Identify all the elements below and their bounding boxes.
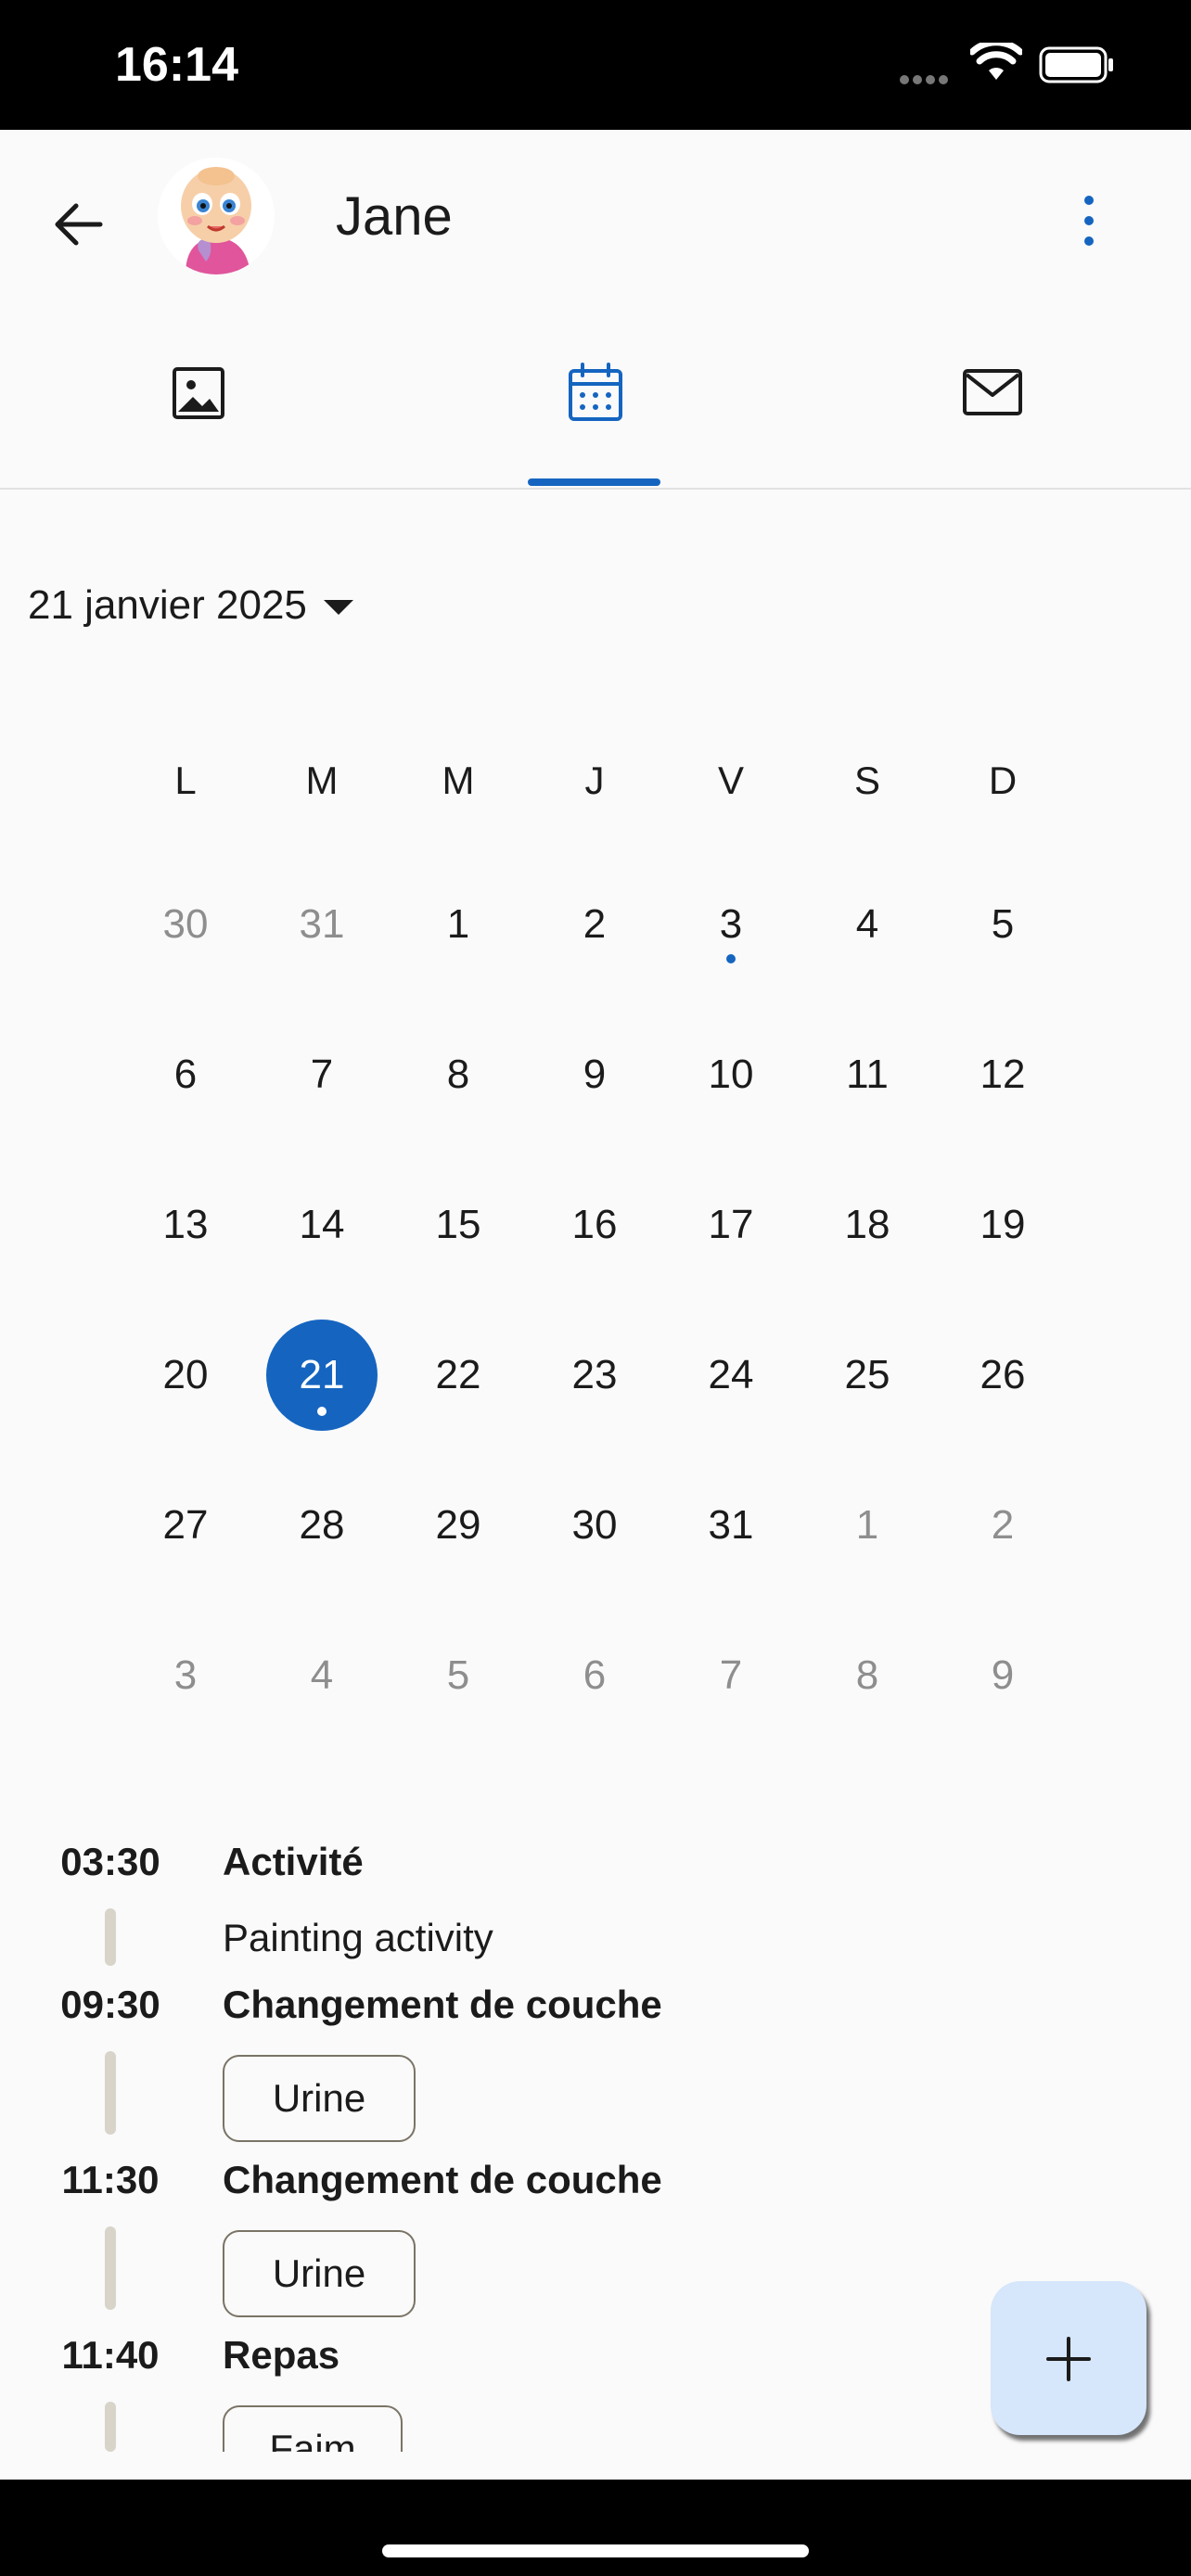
calendar-day[interactable]: 4 [266, 1620, 378, 1731]
child-name: Jane [336, 186, 453, 247]
weekday-label: S [853, 759, 880, 802]
calendar-day[interactable]: 1 [403, 869, 514, 980]
calendar-day[interactable]: 8 [812, 1620, 923, 1731]
dropdown-caret-icon [323, 600, 353, 616]
calendar-day[interactable]: 1 [812, 1470, 923, 1581]
event-dot [317, 1407, 327, 1416]
calendar-day[interactable]: 29 [403, 1470, 514, 1581]
calendar-day[interactable]: 20 [130, 1320, 241, 1431]
back-arrow-icon[interactable] [45, 189, 115, 260]
weekday-label: V [717, 759, 744, 802]
timeline-connector [105, 2051, 116, 2135]
mail-icon [963, 369, 1022, 415]
calendar-icon [569, 363, 622, 421]
system-nav-bar [0, 2480, 1191, 2576]
more-vert-icon[interactable] [1061, 184, 1117, 258]
calendar-day[interactable]: 31 [266, 869, 378, 980]
event-title[interactable]: Repas [223, 2333, 339, 2378]
calendar-day[interactable]: 6 [130, 1019, 241, 1130]
calendar-day[interactable]: 22 [403, 1320, 514, 1431]
status-time: 16:14 [115, 38, 238, 92]
calendar-day[interactable]: 15 [403, 1169, 514, 1281]
calendar-day[interactable]: 2 [947, 1470, 1058, 1581]
weekday-label: J [584, 759, 605, 802]
calendar-day[interactable]: 7 [266, 1019, 378, 1130]
calendar-day[interactable]: 12 [947, 1019, 1058, 1130]
calendar-day[interactable]: 18 [812, 1169, 923, 1281]
calendar-day[interactable]: 27 [130, 1470, 241, 1581]
tab-photos[interactable] [59, 306, 338, 488]
calendar-day[interactable]: 25 [812, 1320, 923, 1431]
calendar-day[interactable]: 5 [403, 1620, 514, 1731]
calendar-day[interactable]: 3 [675, 869, 787, 980]
photo-icon [173, 367, 224, 419]
calendar-day[interactable]: 2 [539, 869, 650, 980]
event-chip[interactable]: Urine [223, 2055, 416, 2142]
calendar-day[interactable]: 24 [675, 1320, 787, 1431]
calendar-day[interactable]: 30 [130, 869, 241, 980]
calendar-day[interactable]: 3 [130, 1620, 241, 1731]
weekday-label: D [988, 759, 1018, 802]
weekday-label: L [174, 759, 197, 802]
calendar-day[interactable]: 14 [266, 1169, 378, 1281]
cellular-signal-icon [900, 72, 952, 89]
tab-messages[interactable] [853, 306, 1132, 488]
timeline-connector [105, 1908, 116, 1966]
event-time: 11:30 [61, 2158, 160, 2201]
month-selector[interactable]: 21 janvier 2025 [28, 582, 353, 629]
wifi-icon [970, 43, 1022, 80]
calendar-day[interactable]: 13 [130, 1169, 241, 1281]
event-dot [726, 954, 736, 963]
calendar-day[interactable]: 7 [675, 1620, 787, 1731]
event-chip[interactable]: Urine [223, 2230, 416, 2317]
tab-calendar[interactable] [456, 306, 735, 488]
battery-icon [1039, 46, 1113, 83]
event-time: 03:30 [60, 1840, 160, 1883]
status-bar: 16:14 [0, 0, 1191, 130]
tab-bar [0, 306, 1191, 490]
app-header: Jane [0, 130, 1191, 306]
avatar[interactable] [158, 158, 275, 274]
tab-indicator [528, 478, 660, 486]
event-time: 09:30 [60, 1983, 160, 2026]
month-label: 21 janvier 2025 [28, 582, 307, 628]
timeline-connector [105, 2226, 116, 2310]
event-title[interactable]: Activité [223, 1840, 364, 1884]
event-title[interactable]: Changement de couche [223, 1983, 662, 2027]
calendar-day[interactable]: 30 [539, 1470, 650, 1581]
calendar-day[interactable]: 8 [403, 1019, 514, 1130]
event-title[interactable]: Changement de couche [223, 2158, 662, 2202]
baby-avatar-icon [158, 158, 275, 274]
add-event-button[interactable] [991, 2281, 1146, 2435]
calendar-day[interactable]: 23 [539, 1320, 650, 1431]
calendar-day[interactable]: 5 [947, 869, 1058, 980]
calendar-day[interactable]: 16 [539, 1169, 650, 1281]
calendar-day[interactable]: 28 [266, 1470, 378, 1581]
event-time: 11:40 [61, 2333, 160, 2377]
calendar-day[interactable]: 9 [947, 1620, 1058, 1731]
home-indicator[interactable] [382, 2544, 809, 2557]
calendar-day[interactable]: 9 [539, 1019, 650, 1130]
weekday-label: M [305, 759, 339, 802]
calendar-day[interactable]: 6 [539, 1620, 650, 1731]
calendar-day-selected[interactable]: 21 [266, 1320, 378, 1431]
calendar-day[interactable]: 26 [947, 1320, 1058, 1431]
event-note: Painting activity [223, 1916, 493, 1959]
weekday-label: M [442, 759, 475, 802]
calendar-day[interactable]: 10 [675, 1019, 787, 1130]
calendar-day[interactable]: 31 [675, 1470, 787, 1581]
calendar-day[interactable]: 17 [675, 1169, 787, 1281]
calendar-day[interactable]: 11 [812, 1019, 923, 1130]
plus-icon [1046, 2337, 1091, 2381]
calendar-day[interactable]: 19 [947, 1169, 1058, 1281]
calendar-day[interactable]: 4 [812, 869, 923, 980]
timeline-connector [105, 2402, 116, 2452]
